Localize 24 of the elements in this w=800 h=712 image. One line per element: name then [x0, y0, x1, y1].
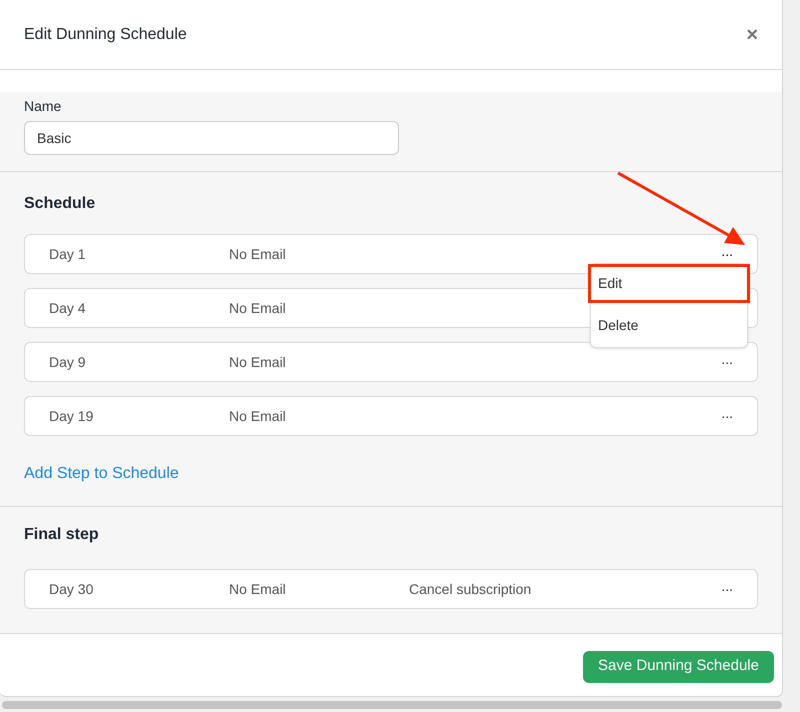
name-input-field[interactable]: Basic [24, 121, 399, 155]
email-label: No Email [229, 580, 287, 598]
more-button[interactable]: ... [721, 579, 733, 599]
day-label: Day 4 [49, 298, 87, 318]
day-label: Day 1 [49, 244, 87, 264]
menu-item[interactable]: Delete [591, 303, 747, 347]
email-label: No Email [229, 352, 287, 372]
day-label: Day 9 [49, 352, 87, 372]
field-label: Name [24, 97, 62, 116]
section-heading: Final step [24, 525, 100, 545]
email-label: No Email [229, 406, 287, 426]
day-label: Day 30 [49, 580, 94, 599]
more-button[interactable]: ... [721, 406, 733, 426]
day-label: Day 19 [49, 406, 94, 426]
dialog-title: Edit Dunning Schedule [24, 24, 187, 44]
email-label: No Email [229, 244, 287, 264]
close-button[interactable]: × [746, 24, 758, 44]
email-label: No Email [229, 298, 287, 318]
menu-item[interactable]: Edit [588, 264, 750, 303]
section-heading: Schedule [24, 194, 96, 214]
more-button[interactable]: ... [721, 244, 733, 264]
scrollbar[interactable] [2, 701, 782, 709]
more-button[interactable]: ... [721, 352, 733, 372]
action-label: Cancel subscription [409, 580, 532, 599]
